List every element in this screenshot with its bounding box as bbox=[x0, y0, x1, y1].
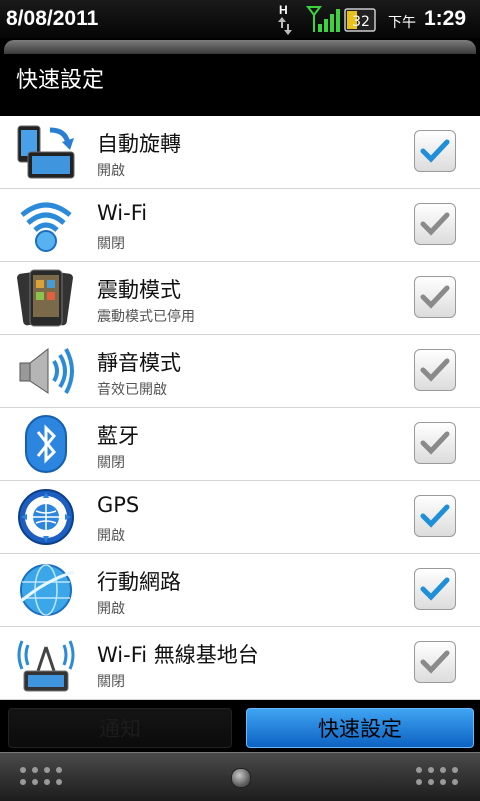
silent-checkbox[interactable] bbox=[414, 349, 456, 391]
setting-title: 行動網路 bbox=[97, 570, 181, 594]
hotspot-icon bbox=[14, 633, 78, 693]
setting-row-wifi[interactable]: Wi-Fi 關閉 bbox=[0, 189, 480, 262]
setting-subtitle: 關閉 bbox=[97, 674, 125, 690]
globe-icon bbox=[14, 560, 78, 620]
header-band bbox=[4, 40, 476, 54]
setting-row-auto-rotate[interactable]: 自動旋轉 開啟 bbox=[0, 116, 480, 189]
panel-header: 快速設定 bbox=[4, 40, 476, 114]
grip-dots-right-icon bbox=[416, 767, 460, 789]
setting-subtitle: 關閉 bbox=[97, 236, 125, 252]
setting-row-silent[interactable]: 靜音模式 音效已開啟 bbox=[0, 335, 480, 408]
setting-row-mobile-network[interactable]: 行動網路 開啟 bbox=[0, 554, 480, 627]
vibrate-icon bbox=[14, 268, 78, 328]
setting-title: Wi-Fi 無線基地台 bbox=[97, 643, 259, 667]
gps-icon bbox=[14, 487, 78, 547]
setting-subtitle: 開啟 bbox=[97, 528, 125, 544]
setting-title: Wi-Fi bbox=[97, 201, 148, 225]
rotate-icon bbox=[14, 122, 78, 182]
bluetooth-icon bbox=[14, 414, 78, 474]
settings-list: 自動旋轉 開啟 Wi-Fi 關閉 震動模式 震動模式已停用 靜音模式 音效已開啟… bbox=[0, 116, 480, 700]
setting-row-bluetooth[interactable]: 藍牙 關閉 bbox=[0, 408, 480, 481]
svg-text:32: 32 bbox=[352, 14, 370, 30]
setting-subtitle: 震動模式已停用 bbox=[97, 309, 195, 325]
tab-notifications[interactable]: 通知 bbox=[8, 708, 232, 748]
status-bar: 8/08/2011 H 32 下午 1:29 bbox=[0, 0, 480, 38]
setting-title: 靜音模式 bbox=[97, 351, 181, 375]
bluetooth-checkbox[interactable] bbox=[414, 422, 456, 464]
setting-title: 自動旋轉 bbox=[97, 132, 181, 156]
setting-title: GPS bbox=[97, 493, 140, 517]
page-title: 快速設定 bbox=[16, 68, 105, 93]
setting-subtitle: 關閉 bbox=[97, 455, 125, 471]
vibrate-checkbox[interactable] bbox=[414, 276, 456, 318]
setting-subtitle: 開啟 bbox=[97, 163, 125, 179]
gps-checkbox[interactable] bbox=[414, 495, 456, 537]
mobile-network-checkbox[interactable] bbox=[414, 568, 456, 610]
status-date: 8/08/2011 bbox=[6, 7, 99, 30]
setting-row-vibrate[interactable]: 震動模式 震動模式已停用 bbox=[0, 262, 480, 335]
setting-row-wifi-hotspot[interactable]: Wi-Fi 無線基地台 關閉 bbox=[0, 627, 480, 700]
wifi-hotspot-checkbox[interactable] bbox=[414, 641, 456, 683]
handle-knob[interactable] bbox=[231, 768, 251, 788]
tab-bar: 通知 快速設定 bbox=[0, 700, 480, 752]
auto-rotate-checkbox[interactable] bbox=[414, 130, 456, 172]
setting-subtitle: 開啟 bbox=[97, 601, 125, 617]
setting-title: 震動模式 bbox=[97, 278, 181, 302]
signal-icon bbox=[306, 6, 340, 32]
status-ampm: 下午 bbox=[388, 15, 416, 31]
battery-icon: 32 bbox=[344, 8, 378, 32]
wifi-checkbox[interactable] bbox=[414, 203, 456, 245]
notification-handle-bar[interactable] bbox=[0, 752, 480, 801]
grip-dots-left-icon bbox=[20, 767, 64, 789]
wifi-icon bbox=[14, 195, 78, 255]
setting-title: 藍牙 bbox=[97, 424, 139, 448]
speaker-icon bbox=[14, 341, 78, 401]
network-h-icon: H bbox=[272, 2, 296, 36]
setting-subtitle: 音效已開啟 bbox=[97, 382, 167, 398]
setting-row-gps[interactable]: GPS 開啟 bbox=[0, 481, 480, 554]
tab-quick-settings[interactable]: 快速設定 bbox=[246, 708, 474, 748]
status-time: 1:29 bbox=[424, 7, 467, 30]
